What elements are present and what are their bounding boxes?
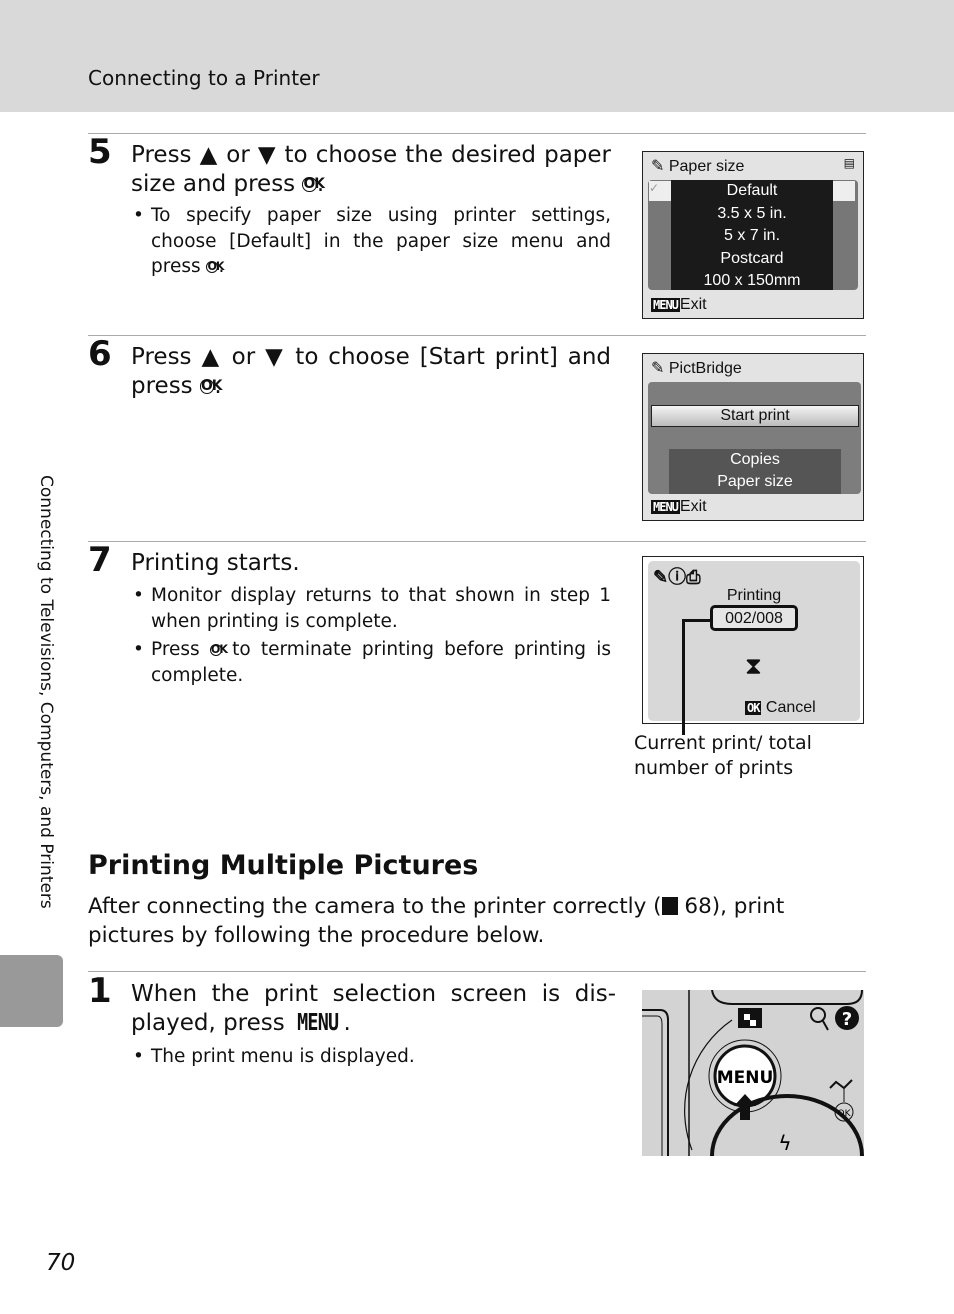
ok-button-icon: OK bbox=[206, 260, 225, 273]
step-1-text: When the print selection screen is dis-p… bbox=[131, 981, 616, 1036]
hourglass-icon: ⧗ bbox=[745, 653, 762, 680]
step-5-bullet: To specify paper size using printer sett… bbox=[131, 203, 611, 280]
page-header bbox=[0, 0, 954, 112]
ok-button-icon: OK bbox=[302, 176, 325, 193]
printing-label: Printing bbox=[726, 587, 782, 604]
camera-back-illustration: ? MENU ϟ OK bbox=[642, 990, 864, 1156]
list-item[interactable]: 100 x 150mm bbox=[671, 270, 833, 293]
reference-icon bbox=[661, 897, 678, 915]
exit-hint: MENU Exit bbox=[651, 296, 707, 313]
section-title: Printing Multiple Pictures bbox=[88, 850, 479, 881]
paper-size-screen: ✎ Paper size ▤ ✓ Default 3.5 x 5 in. 5 x… bbox=[642, 151, 864, 319]
screen-title: ✎ Paper size bbox=[651, 158, 745, 175]
svg-text:OK: OK bbox=[838, 1109, 852, 1119]
step-5-text: Press ▲ or ▼ to choose the desired paper… bbox=[131, 142, 611, 197]
divider bbox=[88, 971, 866, 972]
start-print-item[interactable]: Start print bbox=[651, 405, 859, 427]
header-title: Connecting to a Printer bbox=[88, 66, 320, 90]
paper-size-list: Default 3.5 x 5 in. 5 x 7 in. Postcard 1… bbox=[671, 180, 833, 290]
divider bbox=[88, 133, 866, 134]
menu-button-glyph: MENU bbox=[297, 1010, 339, 1036]
svg-text:?: ? bbox=[842, 1009, 852, 1030]
ok-button-icon: OK bbox=[209, 643, 228, 656]
cancel-hint: OK Cancel bbox=[745, 699, 816, 716]
ok-button-icon: OK bbox=[199, 378, 222, 395]
step-number: 1 bbox=[88, 971, 112, 1011]
scroll-indicator-icon: ▤ bbox=[843, 156, 855, 170]
list-item[interactable]: Paper size bbox=[669, 471, 841, 493]
step-number: 5 bbox=[88, 132, 112, 172]
step-7-bullet: Monitor display returns to that shown in… bbox=[131, 583, 611, 634]
callout-line bbox=[682, 619, 685, 735]
flash-icon: ϟ bbox=[778, 1131, 791, 1155]
section-intro: After connecting the camera to the print… bbox=[88, 894, 785, 948]
step-number: 6 bbox=[88, 334, 112, 374]
divider bbox=[88, 541, 866, 542]
side-tab-label: Connecting to Televisions, Computers, an… bbox=[36, 475, 56, 909]
exit-hint: MENU Exit bbox=[651, 498, 707, 515]
list-item[interactable]: Copies bbox=[669, 449, 841, 471]
list-item[interactable]: Postcard bbox=[671, 248, 833, 271]
callout-label: Current print/ total number of prints bbox=[634, 732, 812, 779]
list-item[interactable]: Default bbox=[671, 180, 833, 203]
svg-text:MENU: MENU bbox=[717, 1068, 774, 1088]
page-number: 70 bbox=[46, 1250, 76, 1276]
pictbridge-screen: ✎ PictBridge Start print Copies Paper si… bbox=[642, 353, 864, 521]
divider bbox=[88, 335, 866, 336]
step-7-text: Printing starts. bbox=[131, 550, 300, 576]
step-6-text: Press ▲ or ▼ to choose [Start print] and… bbox=[131, 344, 611, 399]
list-item[interactable]: 5 x 7 in. bbox=[671, 225, 833, 248]
print-counter: 002/008 bbox=[710, 605, 798, 631]
pictbridge-warning-printer-icons: ✎ⓘ⎙ bbox=[653, 567, 701, 587]
check-icon: ✓ bbox=[649, 181, 671, 201]
screen-title: ✎ PictBridge bbox=[651, 360, 742, 377]
chapter-tab bbox=[0, 955, 63, 1027]
step-7-bullet: Press OK to terminate printing before pr… bbox=[131, 637, 611, 688]
step-1-bullet: The print menu is displayed. bbox=[131, 1044, 611, 1070]
printing-screen: ✎ⓘ⎙ Printing 002/008 ⧗ OK Cancel bbox=[642, 556, 864, 724]
list-item[interactable]: 3.5 x 5 in. bbox=[671, 203, 833, 226]
step-number: 7 bbox=[88, 540, 112, 580]
